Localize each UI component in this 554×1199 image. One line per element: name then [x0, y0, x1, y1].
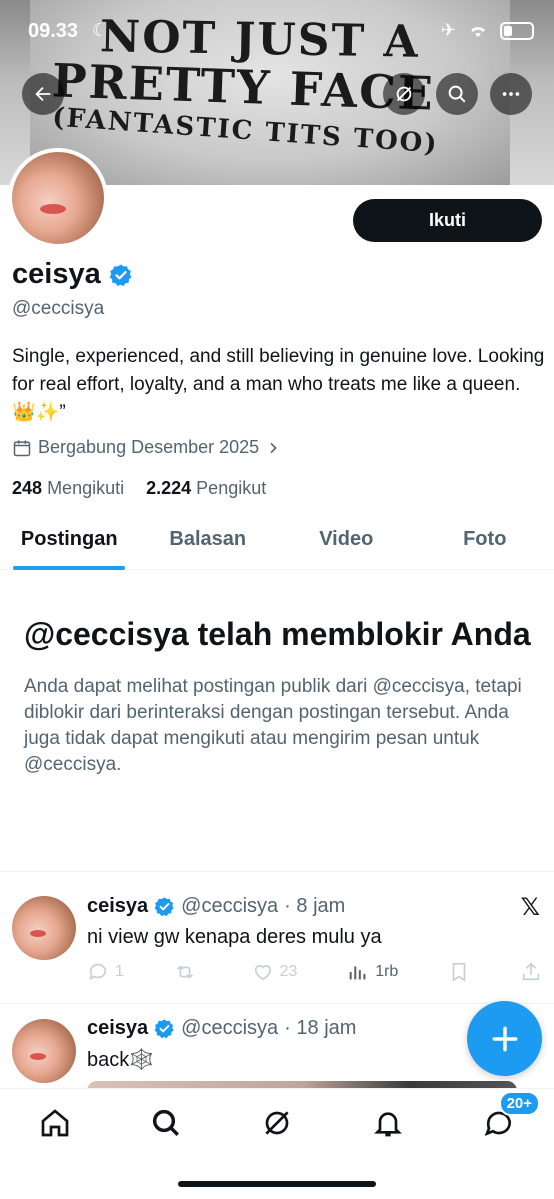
nav-grok[interactable] — [257, 1103, 297, 1143]
search-icon — [153, 1109, 180, 1136]
profile-tabs: Postingan Balasan Video Foto — [0, 510, 554, 570]
verified-badge-icon — [154, 1019, 174, 1039]
post-author-handle: @ceccisya — [181, 1017, 279, 1039]
search-icon — [448, 85, 466, 103]
tab-foto[interactable]: Foto — [416, 510, 554, 569]
post-time: · 8 jam — [284, 895, 346, 917]
profile-name: ceisya — [12, 258, 101, 290]
post-avatar[interactable] — [12, 1019, 76, 1083]
reply-icon — [89, 963, 107, 980]
nav-messages[interactable]: 20+ — [479, 1091, 541, 1143]
more-dots-icon — [502, 92, 520, 96]
messages-badge: 20+ — [498, 1091, 541, 1116]
followers-stat[interactable]: 2.224 Pengikut — [146, 478, 266, 499]
calendar-icon — [13, 440, 31, 456]
moon-icon: ☾ — [92, 20, 109, 40]
post-author-handle: @ceccisya — [181, 895, 279, 917]
tab-balasan[interactable]: Balasan — [139, 510, 278, 569]
repost-button[interactable] — [174, 961, 202, 983]
reply-count: 1 — [115, 963, 124, 980]
bookmark-button[interactable] — [448, 961, 470, 983]
verified-badge-icon — [154, 897, 174, 917]
home-icon — [42, 1109, 69, 1137]
follow-stats: 248 Mengikuti 2.224 Pengikut — [12, 478, 266, 499]
verified-badge-icon[interactable] — [109, 263, 133, 287]
blocked-body: Anda dapat melihat postingan publik dari… — [24, 676, 522, 775]
post-text: back🕸️ — [87, 1049, 155, 1071]
home-indicator — [178, 1181, 376, 1187]
like-button[interactable]: 23 — [252, 961, 298, 983]
views-count: 1rb — [375, 963, 399, 980]
post-header: ceisya @ceccisya · 18 jam — [87, 1017, 356, 1040]
status-icons: ✈ — [441, 20, 534, 41]
grok-icon — [265, 1111, 289, 1135]
chevron-right-icon — [270, 442, 277, 453]
follow-button[interactable]: Ikuti — [353, 199, 542, 242]
bookmark-icon — [452, 962, 466, 982]
more-button[interactable] — [490, 73, 532, 115]
share-button[interactable] — [520, 961, 542, 983]
blocked-title: @ceccisya telah memblokir Anda — [24, 616, 531, 652]
x-logo-icon: 𝕏 — [520, 894, 540, 921]
post-item[interactable]: ceisya @ceccisya · 8 jam 𝕏 ni view gw ke… — [0, 871, 554, 1003]
post-header: ceisya @ceccisya · 8 jam — [87, 895, 345, 918]
post-author-name[interactable]: ceisya — [87, 895, 148, 918]
post-text: ni view gw kenapa deres mulu ya — [87, 926, 382, 948]
blocked-notice: @ceccisya telah memblokir Anda Anda dapa… — [24, 612, 534, 778]
post-author-name[interactable]: ceisya — [87, 1017, 148, 1040]
wifi-icon — [471, 26, 485, 37]
nav-notifications[interactable] — [368, 1103, 408, 1143]
search-button[interactable] — [436, 73, 478, 115]
views-button[interactable]: 1rb — [347, 961, 398, 983]
following-stat[interactable]: 248 Mengikuti — [12, 478, 124, 499]
nav-home[interactable] — [35, 1103, 75, 1143]
status-bar: 09.33 ☾ ✈ — [0, 0, 554, 60]
nav-search[interactable] — [146, 1103, 186, 1143]
joined-date-row[interactable]: Bergabung Desember 2025 — [12, 437, 281, 458]
profile-bio: Single, experienced, and still believing… — [12, 346, 545, 423]
reply-button[interactable]: 1 — [87, 961, 124, 983]
status-time: 09.33 — [28, 20, 79, 42]
post-actions: 1 23 1rb — [87, 961, 542, 983]
heart-icon — [254, 965, 271, 981]
tab-video[interactable]: Video — [277, 510, 416, 569]
bell-icon — [373, 1112, 402, 1137]
battery-icon — [500, 21, 534, 40]
repost-icon — [176, 965, 193, 979]
grok-button[interactable] — [383, 73, 425, 115]
arrow-left-icon — [35, 86, 51, 102]
views-chart-icon — [349, 966, 366, 980]
post-time: · 18 jam — [284, 1017, 357, 1039]
share-icon — [522, 962, 540, 981]
profile-avatar[interactable] — [8, 148, 108, 248]
plus-icon — [492, 1026, 517, 1051]
post-avatar[interactable] — [12, 896, 76, 960]
profile-name-row: ceisya — [12, 258, 133, 291]
grok-icon — [396, 86, 412, 102]
tab-postingan[interactable]: Postingan — [0, 510, 139, 569]
like-count: 23 — [279, 963, 298, 980]
profile-handle: @ceccisya — [12, 298, 105, 319]
back-button[interactable] — [22, 73, 64, 115]
joined-date: Bergabung Desember 2025 — [38, 437, 260, 457]
compose-post-button[interactable] — [467, 1001, 542, 1076]
airplane-icon: ✈ — [440, 20, 456, 40]
